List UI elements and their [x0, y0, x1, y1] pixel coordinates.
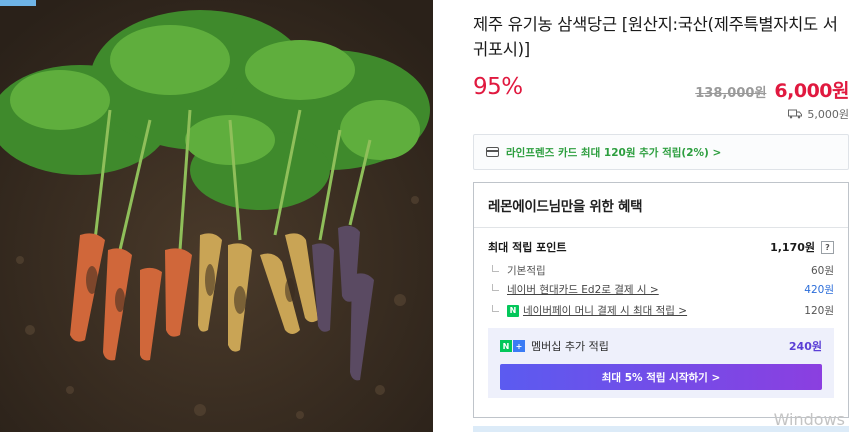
max-points-label: 최대 적립 포인트 — [488, 241, 567, 254]
points-row-basic: 기본적립 60원 — [488, 263, 834, 278]
naver-plus-icon: N + — [500, 340, 525, 352]
credit-card-icon — [486, 147, 499, 157]
benefit-box: 레몬에이드님만을 위한 혜택 최대 적립 포인트 1,170원 ? 기본적립 6… — [473, 182, 849, 418]
card-promo-text: 라인프렌즈 카드 최대 120원 추가 적립(2%) > — [506, 146, 722, 159]
card-promo-banner[interactable]: 라인프렌즈 카드 최대 120원 추가 적립(2%) > — [473, 134, 849, 170]
product-title: 제주 유기농 삼색당근 [원산지:국산(제주특별자치도 서귀포시)] — [473, 15, 838, 59]
points-row-value: 120원 — [804, 305, 834, 317]
image-corner-marker — [0, 0, 36, 6]
discount-rate: 95% — [473, 74, 523, 100]
windows-watermark: Windows — [773, 410, 845, 429]
points-row-link[interactable]: 네이버 현대카드 Ed2로 결제 시 > — [507, 282, 659, 297]
price-group: 138,000원 6,000원 — [695, 76, 849, 103]
membership-box: N + 멤버십 추가 적립 240원 최대 5% 적립 시작하기 > — [488, 328, 834, 398]
points-row-hyundai-card[interactable]: 네이버 현대카드 Ed2로 결제 시 > 420원 — [488, 282, 834, 297]
membership-start-button[interactable]: 최대 5% 적립 시작하기 > — [500, 364, 822, 390]
membership-label: 멤버십 추가 적립 — [531, 340, 609, 353]
points-row-link[interactable]: 네이버페이 머니 결제 시 최대 적립 > — [523, 303, 687, 318]
product-info-panel: 제주 유기농 삼색당근 [원산지:국산(제주특별자치도 서귀포시)] 95% 1… — [473, 0, 851, 432]
tree-branch-icon — [492, 284, 499, 291]
shipping-fee-value: 5,000원 — [807, 108, 849, 121]
truck-icon — [788, 109, 803, 119]
carrot-photo — [0, 0, 433, 432]
membership-points: 240원 — [788, 340, 822, 353]
benefit-divider — [474, 227, 848, 228]
tree-branch-icon — [492, 265, 499, 272]
points-row-label: 기본적립 — [507, 265, 546, 277]
naverpay-icon: N — [507, 304, 519, 317]
membership-row: N + 멤버십 추가 적립 240원 — [500, 338, 822, 354]
tree-branch-icon — [492, 305, 499, 312]
original-price: 138,000원 — [695, 86, 767, 101]
points-row-value: 60원 — [810, 265, 834, 277]
max-points-value: 1,170원 — [770, 241, 815, 254]
shipping-fee: 5,000원 — [788, 106, 849, 122]
sale-price: 6,000원 — [774, 80, 849, 102]
product-image[interactable] — [0, 0, 433, 432]
help-icon[interactable]: ? — [821, 240, 834, 254]
points-row-value: 420원 — [804, 284, 834, 296]
points-row-naverpay[interactable]: N 네이버페이 머니 결제 시 최대 적립 > 120원 — [488, 303, 834, 318]
max-points-row: 최대 적립 포인트 1,170원 ? — [488, 239, 834, 255]
benefit-title: 레몬에이드님만을 위한 혜택 — [488, 199, 643, 215]
